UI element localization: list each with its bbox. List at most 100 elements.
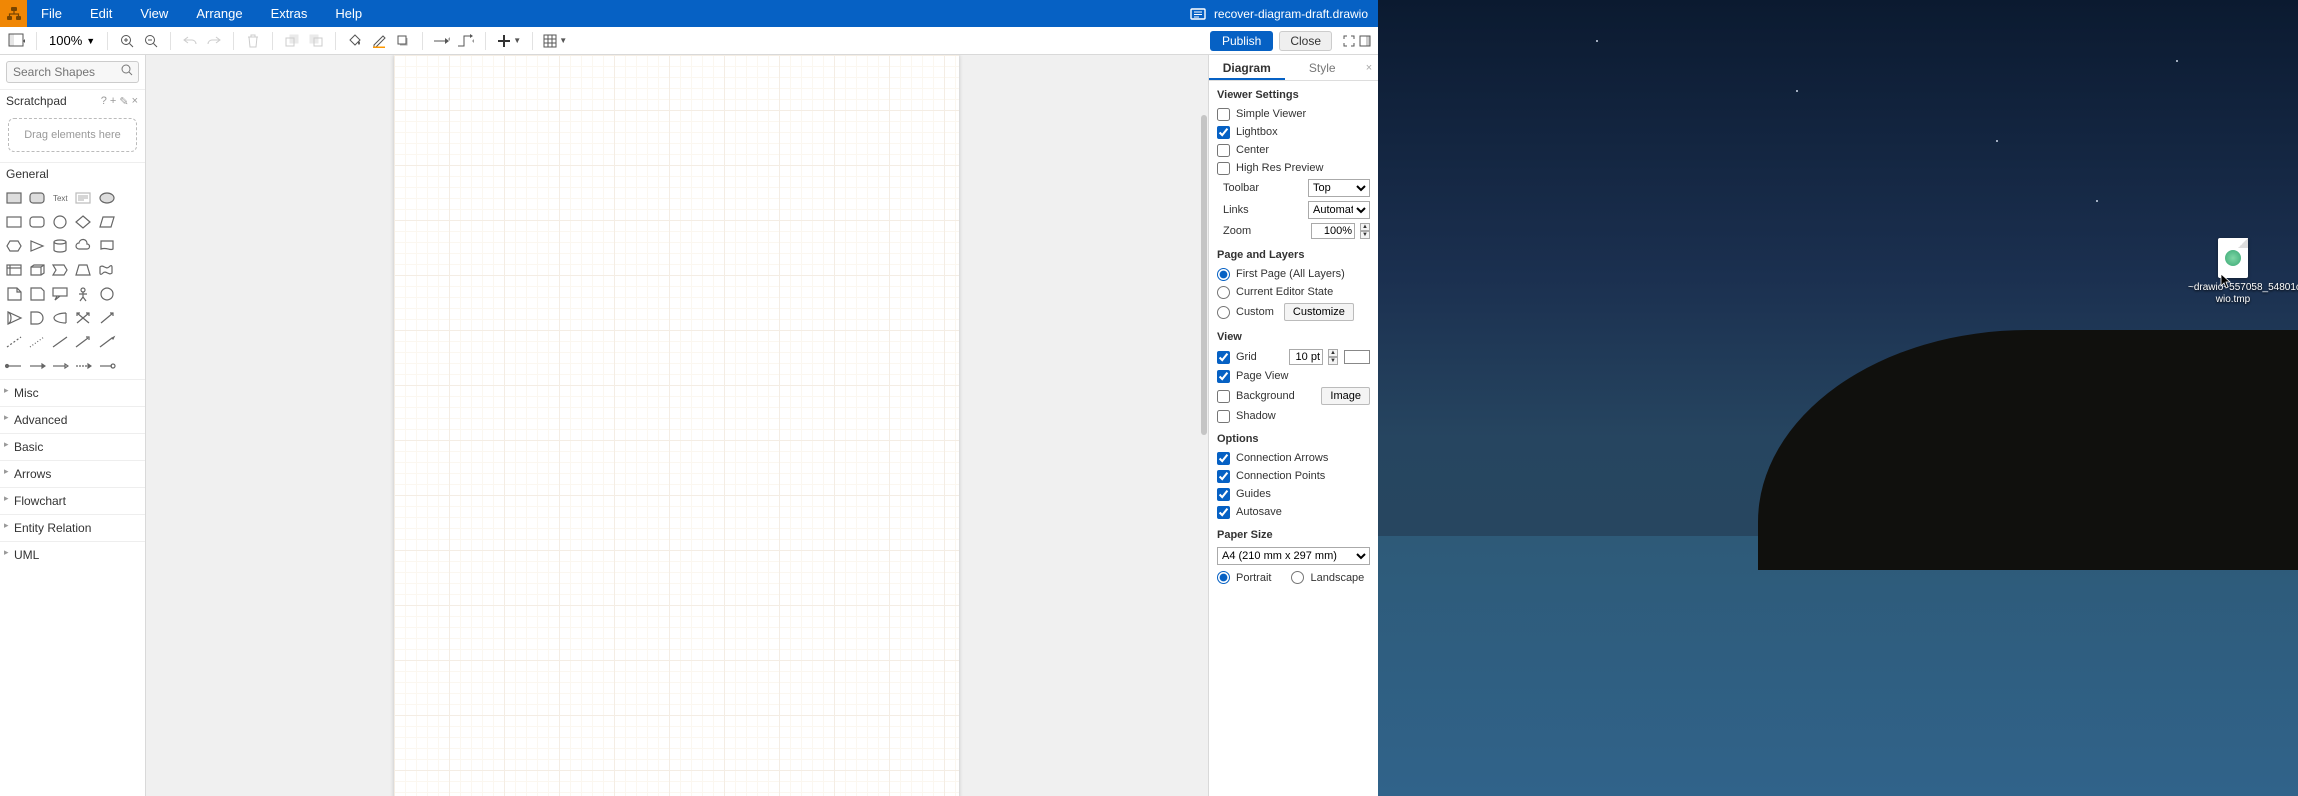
connection-button[interactable] xyxy=(431,30,453,52)
shape-or[interactable] xyxy=(4,309,24,327)
menu-edit[interactable]: Edit xyxy=(76,0,126,27)
category-uml[interactable]: UML xyxy=(0,541,145,568)
fullscreen-icon[interactable] xyxy=(1342,34,1356,48)
shape-datastore[interactable] xyxy=(50,309,70,327)
publish-button[interactable]: Publish xyxy=(1210,31,1273,51)
desktop-background[interactable]: ~drawio~557058_54801c1…wio.tmp xyxy=(1378,0,2298,796)
shape-and[interactable] xyxy=(27,309,47,327)
shape-textbox[interactable] xyxy=(73,189,93,207)
shape-line-dashed[interactable] xyxy=(4,333,24,351)
waypoints-button[interactable] xyxy=(455,30,477,52)
shape-cylinder[interactable] xyxy=(50,237,70,255)
to-front-button[interactable] xyxy=(281,30,303,52)
paper-size-select[interactable]: A4 (210 mm x 297 mm) xyxy=(1217,547,1370,565)
custom-radio[interactable] xyxy=(1217,306,1230,319)
menu-view[interactable]: View xyxy=(126,0,182,27)
category-basic[interactable]: Basic xyxy=(0,433,145,460)
shape-hexagon[interactable] xyxy=(4,237,24,255)
shape-cube[interactable] xyxy=(27,261,47,279)
shape-conn4[interactable] xyxy=(73,357,93,375)
shape-note[interactable] xyxy=(4,285,24,303)
background-image-button[interactable]: Image xyxy=(1321,387,1370,405)
category-advanced[interactable]: Advanced xyxy=(0,406,145,433)
search-icon[interactable] xyxy=(121,64,133,76)
collapse-panel-icon[interactable] xyxy=(1358,34,1372,48)
category-misc[interactable]: Misc xyxy=(0,379,145,406)
add-icon[interactable]: + xyxy=(110,95,117,108)
guides-checkbox[interactable] xyxy=(1217,488,1230,501)
customize-button[interactable]: Customize xyxy=(1284,303,1354,321)
autosave-checkbox[interactable] xyxy=(1217,506,1230,519)
shape-arrow-cross[interactable] xyxy=(73,309,93,327)
category-flowchart[interactable]: Flowchart xyxy=(0,487,145,514)
shape-line-arrow1[interactable] xyxy=(73,333,93,351)
portrait-radio[interactable] xyxy=(1217,571,1230,584)
shape-arrow-up[interactable] xyxy=(97,309,117,327)
shape-conn5[interactable] xyxy=(97,357,117,375)
scratchpad-header[interactable]: Scratchpad ? + ✎ × xyxy=(0,89,145,112)
desktop-file-tmp[interactable]: ~drawio~557058_54801c1…wio.tmp xyxy=(2216,238,2250,306)
shape-rounded[interactable] xyxy=(27,213,47,231)
category-arrows[interactable]: Arrows xyxy=(0,460,145,487)
panel-close-icon[interactable]: × xyxy=(1360,55,1378,80)
category-entity-relation[interactable]: Entity Relation xyxy=(0,514,145,541)
insert-button[interactable]: ▼ xyxy=(494,30,524,52)
close-button[interactable]: Close xyxy=(1279,31,1332,51)
menu-help[interactable]: Help xyxy=(321,0,376,27)
shape-step[interactable] xyxy=(50,261,70,279)
shape-rounded-filled[interactable] xyxy=(27,189,47,207)
scrollbar-thumb[interactable] xyxy=(1201,115,1207,435)
conn-arrows-checkbox[interactable] xyxy=(1217,452,1230,465)
shape-tape[interactable] xyxy=(97,261,117,279)
shape-card[interactable] xyxy=(27,285,47,303)
first-page-radio[interactable] xyxy=(1217,268,1230,281)
to-back-button[interactable] xyxy=(305,30,327,52)
grid-down[interactable]: ▼ xyxy=(1328,357,1338,365)
landscape-radio[interactable] xyxy=(1291,571,1304,584)
zoom-combo[interactable]: 100%▼ xyxy=(45,33,99,48)
zoom-in-button[interactable] xyxy=(116,30,138,52)
tab-diagram[interactable]: Diagram xyxy=(1209,55,1285,80)
shape-conn2[interactable] xyxy=(27,357,47,375)
menu-extras[interactable]: Extras xyxy=(257,0,322,27)
links-select[interactable]: Automatic xyxy=(1308,201,1370,219)
close-icon[interactable]: × xyxy=(132,95,139,108)
shape-line[interactable] xyxy=(50,333,70,351)
fill-color-button[interactable] xyxy=(344,30,366,52)
shape-trapezoid[interactable] xyxy=(73,261,93,279)
shape-internal-storage[interactable] xyxy=(4,261,24,279)
shadow-button[interactable] xyxy=(392,30,414,52)
current-editor-radio[interactable] xyxy=(1217,286,1230,299)
shape-ellipse-filled[interactable] xyxy=(97,189,117,207)
shape-conn1[interactable] xyxy=(4,357,24,375)
background-checkbox[interactable] xyxy=(1217,390,1230,403)
shape-callout[interactable] xyxy=(50,285,70,303)
conn-points-checkbox[interactable] xyxy=(1217,470,1230,483)
shape-triangle[interactable] xyxy=(27,237,47,255)
shape-diamond[interactable] xyxy=(73,213,93,231)
shape-curly[interactable] xyxy=(97,285,117,303)
general-header[interactable]: General xyxy=(0,162,145,185)
shape-line-arrow2[interactable] xyxy=(97,333,117,351)
zoom-input[interactable] xyxy=(1311,223,1355,239)
page-view-checkbox[interactable] xyxy=(1217,370,1230,383)
app-logo[interactable] xyxy=(0,0,27,27)
shape-parallelogram[interactable] xyxy=(97,213,117,231)
shape-actor[interactable] xyxy=(73,285,93,303)
grid-size-input[interactable] xyxy=(1289,349,1323,365)
shape-text[interactable]: Text xyxy=(50,189,70,207)
zoom-out-button[interactable] xyxy=(140,30,162,52)
shape-cloud[interactable] xyxy=(73,237,93,255)
shape-conn3[interactable] xyxy=(50,357,70,375)
help-icon[interactable]: ? xyxy=(101,95,108,108)
toolbar-select[interactable]: Top xyxy=(1308,179,1370,197)
document-name[interactable]: recover-diagram-draft.drawio xyxy=(1214,7,1368,21)
scrollbar-vertical[interactable] xyxy=(1200,55,1208,796)
shape-rect[interactable] xyxy=(4,213,24,231)
canvas-page[interactable] xyxy=(394,55,959,796)
grid-color-swatch[interactable] xyxy=(1344,350,1370,364)
shape-line-dotted[interactable] xyxy=(27,333,47,351)
view-mode-button[interactable] xyxy=(6,30,28,52)
lightbox-checkbox[interactable] xyxy=(1217,126,1230,139)
tab-style[interactable]: Style xyxy=(1285,55,1361,80)
